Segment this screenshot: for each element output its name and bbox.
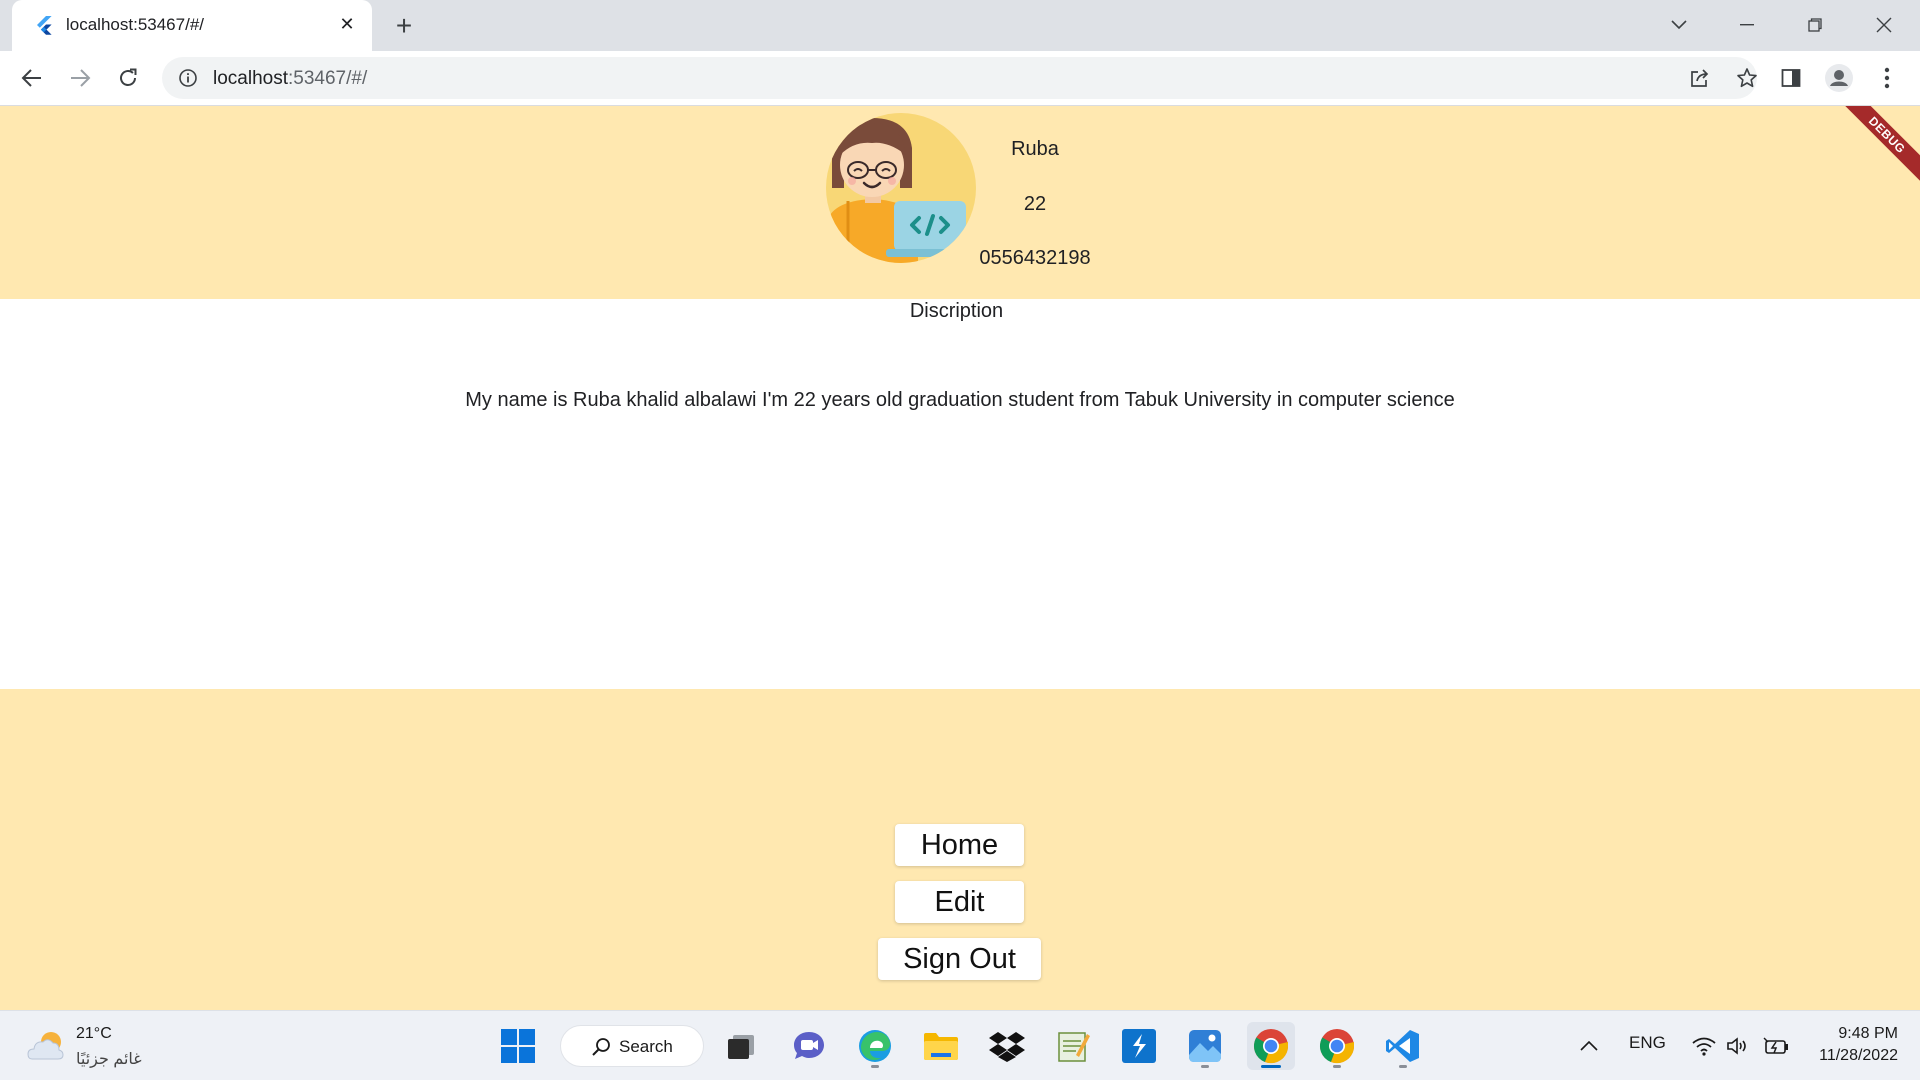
description-label: Discription [909,300,1004,322]
running-indicator [1201,1065,1209,1068]
home-button[interactable]: Home [895,824,1024,866]
share-icon[interactable] [1685,63,1715,93]
file-explorer-icon[interactable] [917,1022,965,1070]
profile-age: 22 [1023,193,1047,215]
menu-kebab-icon[interactable] [1872,63,1902,93]
teams-chat-icon[interactable] [785,1022,833,1070]
app-page: Ruba 22 0556432198 DEBUG Discription My … [0,106,1920,1010]
reload-icon[interactable] [111,61,145,95]
close-window-icon[interactable] [1862,8,1906,42]
side-panel-icon[interactable] [1776,63,1806,93]
partly-cloudy-icon[interactable] [26,1025,68,1065]
browser-toolbar: localhost:53467/#/ [0,51,1920,106]
weather-temperature: 21°C [76,1025,112,1042]
tab-title: localhost:53467/#/ [66,15,204,34]
language-indicator[interactable]: ENG [1629,1033,1666,1053]
minimize-icon[interactable] [1725,8,1769,42]
windows-start-icon[interactable] [494,1022,542,1070]
profile-avatar-icon[interactable] [1824,63,1854,93]
running-indicator [871,1065,879,1068]
edge-browser-icon[interactable] [851,1022,899,1070]
browser-tab[interactable]: localhost:53467/#/ ✕ [12,0,372,51]
restore-icon[interactable] [1793,8,1837,42]
running-indicator [1399,1065,1407,1068]
profile-header: Ruba 22 0556432198 DEBUG [0,106,1920,299]
edit-button[interactable]: Edit [895,881,1024,923]
new-tab-icon[interactable]: + [390,10,418,41]
photos-icon[interactable] [1181,1022,1229,1070]
site-info-icon[interactable] [178,68,198,88]
search-icon [592,1038,610,1056]
profile-name: Ruba [1011,138,1059,160]
bookmark-star-icon[interactable] [1732,63,1762,93]
clock-time: 9:48 PM [1838,1025,1898,1042]
task-view-icon[interactable] [717,1022,765,1070]
debug-banner: DEBUG [1827,106,1920,195]
notepad-icon[interactable] [1049,1022,1097,1070]
back-arrow-icon[interactable] [15,61,49,95]
vscode-icon[interactable] [1379,1022,1427,1070]
browser-tab-strip: localhost:53467/#/ ✕ + [0,0,1920,51]
profile-phone: 0556432198 [979,247,1091,269]
tab-close-icon[interactable]: ✕ [336,13,358,35]
flutter-icon [37,16,52,35]
sign-out-button[interactable]: Sign Out [878,938,1041,980]
dropbox-icon[interactable] [983,1022,1031,1070]
url-host: localhost [213,68,288,89]
azure-data-studio-icon[interactable] [1115,1022,1163,1070]
running-indicator [1333,1065,1341,1068]
chevron-up-icon[interactable] [1565,1022,1613,1070]
address-url: localhost:53467/#/ [213,68,367,90]
active-indicator [1261,1065,1281,1068]
windows-taskbar: 21°C غائم جزئيًا Search ENG 9:48 PM 11/2… [0,1010,1920,1080]
clock-date: 11/28/2022 [1819,1047,1898,1064]
description-text: My name is Ruba khalid albalawi I'm 22 y… [465,389,1455,411]
forward-arrow-icon[interactable] [63,61,97,95]
tab-search-icon[interactable] [1657,8,1701,42]
address-bar[interactable]: localhost:53467/#/ [162,57,1757,99]
url-path: :53467/#/ [288,68,368,89]
actions-panel: Home Edit Sign Out [0,689,1920,1010]
search-label: Search [619,1037,673,1056]
taskbar-clock[interactable]: 9:48 PM 11/28/2022 [1819,1023,1898,1067]
weather-description: غائم جزئيًا [76,1051,142,1068]
chrome-icon[interactable] [1247,1022,1295,1070]
chrome-profile-icon[interactable] [1313,1022,1361,1070]
battery-icon[interactable] [1752,1022,1800,1070]
developer-avatar [826,113,976,263]
taskbar-search[interactable]: Search [560,1025,704,1067]
